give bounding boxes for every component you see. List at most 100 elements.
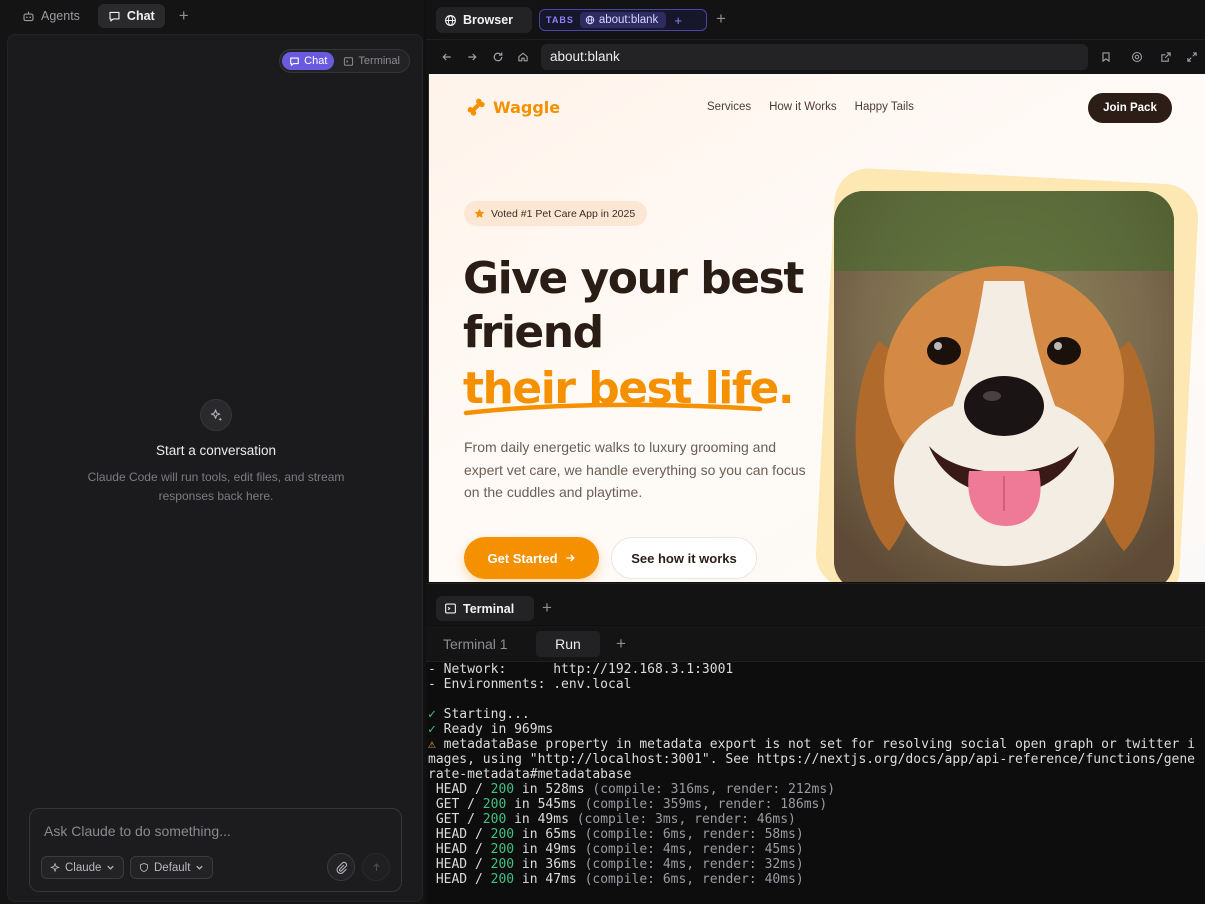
terminal-line: ✓ Starting... — [428, 707, 1205, 722]
hero-heading-line-2: friend — [463, 307, 604, 358]
check-mark: ✓ — [428, 707, 436, 722]
request-line: HEAD / 200 in 47ms (compile: 6ms, render… — [428, 872, 1205, 887]
paperclip-icon — [336, 861, 347, 874]
terminal-icon — [445, 603, 456, 614]
address-bar-row: about:blank — [426, 40, 1205, 74]
request-line: GET / 200 in 49ms (compile: 3ms, render:… — [428, 812, 1205, 827]
request-method: GET / — [428, 812, 483, 827]
add-tab-button[interactable]: + — [173, 6, 195, 26]
toggle-chat-label: Chat — [304, 55, 328, 67]
reload-icon[interactable] — [490, 49, 506, 65]
hero-heading-line-1: Give your best — [463, 253, 804, 304]
request-line: HEAD / 200 in 65ms (compile: 6ms, render… — [428, 827, 1205, 842]
sparkle-small-icon — [50, 862, 60, 872]
attach-button[interactable] — [327, 853, 355, 881]
terminal-output[interactable]: - Network: http://192.168.3.1:3001 - Env… — [428, 662, 1205, 904]
site-nav: Services How it Works Happy Tails — [707, 101, 914, 113]
arrow-up-icon — [372, 862, 380, 871]
see-how-it-works-button[interactable]: See how it works — [611, 537, 757, 579]
request-method: HEAD / — [428, 872, 491, 887]
nav-how-it-works-link[interactable]: How it Works — [769, 101, 837, 113]
chevron-down-icon — [107, 865, 115, 870]
app-window: Agents Chat + Chat Terminal Start a conv… — [0, 0, 1205, 904]
model-select-label: Claude — [65, 861, 102, 874]
terminal-line: - Environments: .env.local — [428, 677, 632, 692]
request-status: 200 — [490, 827, 515, 842]
request-detail: (compile: 4ms, render: 32ms) — [584, 857, 804, 872]
globe-icon — [445, 14, 456, 26]
check-mark: ✓ — [428, 722, 436, 737]
home-icon[interactable] — [515, 49, 531, 65]
view-toggle: Chat Terminal — [279, 49, 410, 73]
expand-icon[interactable] — [1184, 49, 1200, 65]
award-badge: Voted #1 Pet Care App in 2025 — [464, 201, 648, 226]
add-subtab-button[interactable]: + — [604, 631, 638, 657]
toggle-terminal-button[interactable]: Terminal — [336, 52, 407, 70]
request-time: in 49ms — [506, 812, 577, 827]
request-status: 200 — [482, 812, 507, 827]
tab-browser-label: Browser — [463, 13, 514, 27]
tab-terminal-label: Terminal — [463, 601, 515, 616]
chevron-down-icon — [196, 865, 204, 870]
group-add-tab-button[interactable]: + — [674, 13, 682, 28]
model-select[interactable]: Claude — [41, 856, 125, 879]
request-time: in 36ms — [514, 857, 585, 872]
request-line: HEAD / 200 in 528ms (compile: 316ms, ren… — [428, 782, 1205, 797]
get-started-button[interactable]: Get Started — [464, 537, 599, 579]
request-status: 200 — [490, 857, 515, 872]
get-started-label: Get Started — [487, 550, 558, 566]
request-method: HEAD / — [428, 857, 491, 872]
request-detail: (compile: 316ms, render: 212ms) — [592, 782, 836, 797]
mode-select[interactable]: Default — [130, 856, 214, 879]
robot-icon — [23, 11, 34, 21]
tab-terminal[interactable]: Terminal — [436, 596, 534, 621]
tab-agents[interactable]: Agents — [12, 4, 90, 28]
bookmark-icon[interactable] — [1098, 49, 1114, 65]
request-status: 200 — [482, 797, 507, 812]
send-button[interactable] — [362, 853, 390, 881]
join-pack-button[interactable]: Join Pack — [1088, 93, 1172, 123]
chat-bubble-icon — [109, 11, 120, 22]
tab-chat[interactable]: Chat — [97, 4, 165, 28]
accent-underline — [463, 402, 763, 416]
nav-services-link[interactable]: Services — [707, 101, 751, 113]
terminal-tab-bar: Terminal + — [426, 583, 1205, 625]
tab-group: TABS about:blank + — [539, 9, 707, 31]
shield-icon — [140, 862, 148, 873]
prompt-input[interactable] — [44, 823, 384, 839]
subtab-terminal-1[interactable]: Terminal 1 — [431, 631, 520, 657]
request-method: HEAD / — [428, 782, 491, 797]
empty-state-title: Start a conversation — [155, 443, 277, 458]
left-pane: Agents Chat + Chat Terminal Start a conv… — [0, 0, 424, 904]
toggle-terminal-label: Terminal — [358, 55, 400, 67]
tab-about-blank[interactable]: about:blank — [579, 12, 667, 28]
terminal-line: ⚠ metadataBase property in metadata expo… — [428, 737, 1205, 752]
terminal-subtabs: Terminal 1 Run + — [426, 626, 1205, 662]
request-line: GET / 200 in 545ms (compile: 359ms, rend… — [428, 797, 1205, 812]
back-icon[interactable] — [439, 49, 455, 65]
external-link-icon[interactable] — [1158, 49, 1174, 65]
bone-icon — [467, 98, 485, 116]
terminal-line: - Network: http://192.168.3.1:3001 — [428, 662, 734, 677]
tab-browser[interactable]: Browser — [436, 7, 532, 33]
tab-about-blank-label: about:blank — [598, 14, 659, 26]
add-browser-tab-button[interactable]: + — [716, 9, 726, 29]
warning-mark: ⚠ — [428, 737, 436, 752]
add-terminal-button[interactable]: + — [542, 598, 552, 618]
address-input[interactable]: about:blank — [541, 44, 1088, 70]
nav-happy-tails-link[interactable]: Happy Tails — [855, 101, 914, 113]
forward-icon[interactable] — [464, 49, 480, 65]
request-time: in 49ms — [514, 842, 585, 857]
request-detail: (compile: 4ms, render: 45ms) — [584, 842, 804, 857]
request-line: HEAD / 200 in 49ms (compile: 4ms, render… — [428, 842, 1205, 857]
arrow-right-icon — [565, 554, 575, 562]
chat-panel: Chat Terminal Start a conversation Claud… — [7, 34, 423, 902]
request-status: 200 — [490, 842, 515, 857]
toggle-chat-button[interactable]: Chat — [282, 52, 335, 70]
chrome-icon[interactable] — [1129, 49, 1145, 65]
site-logo[interactable]: Waggle — [465, 96, 560, 118]
subtab-run[interactable]: Run — [536, 631, 600, 657]
request-line: HEAD / 200 in 36ms (compile: 4ms, render… — [428, 857, 1205, 872]
site-logo-text: Waggle — [493, 97, 561, 117]
browser-tab-bar: Browser TABS about:blank + + — [426, 0, 1205, 40]
